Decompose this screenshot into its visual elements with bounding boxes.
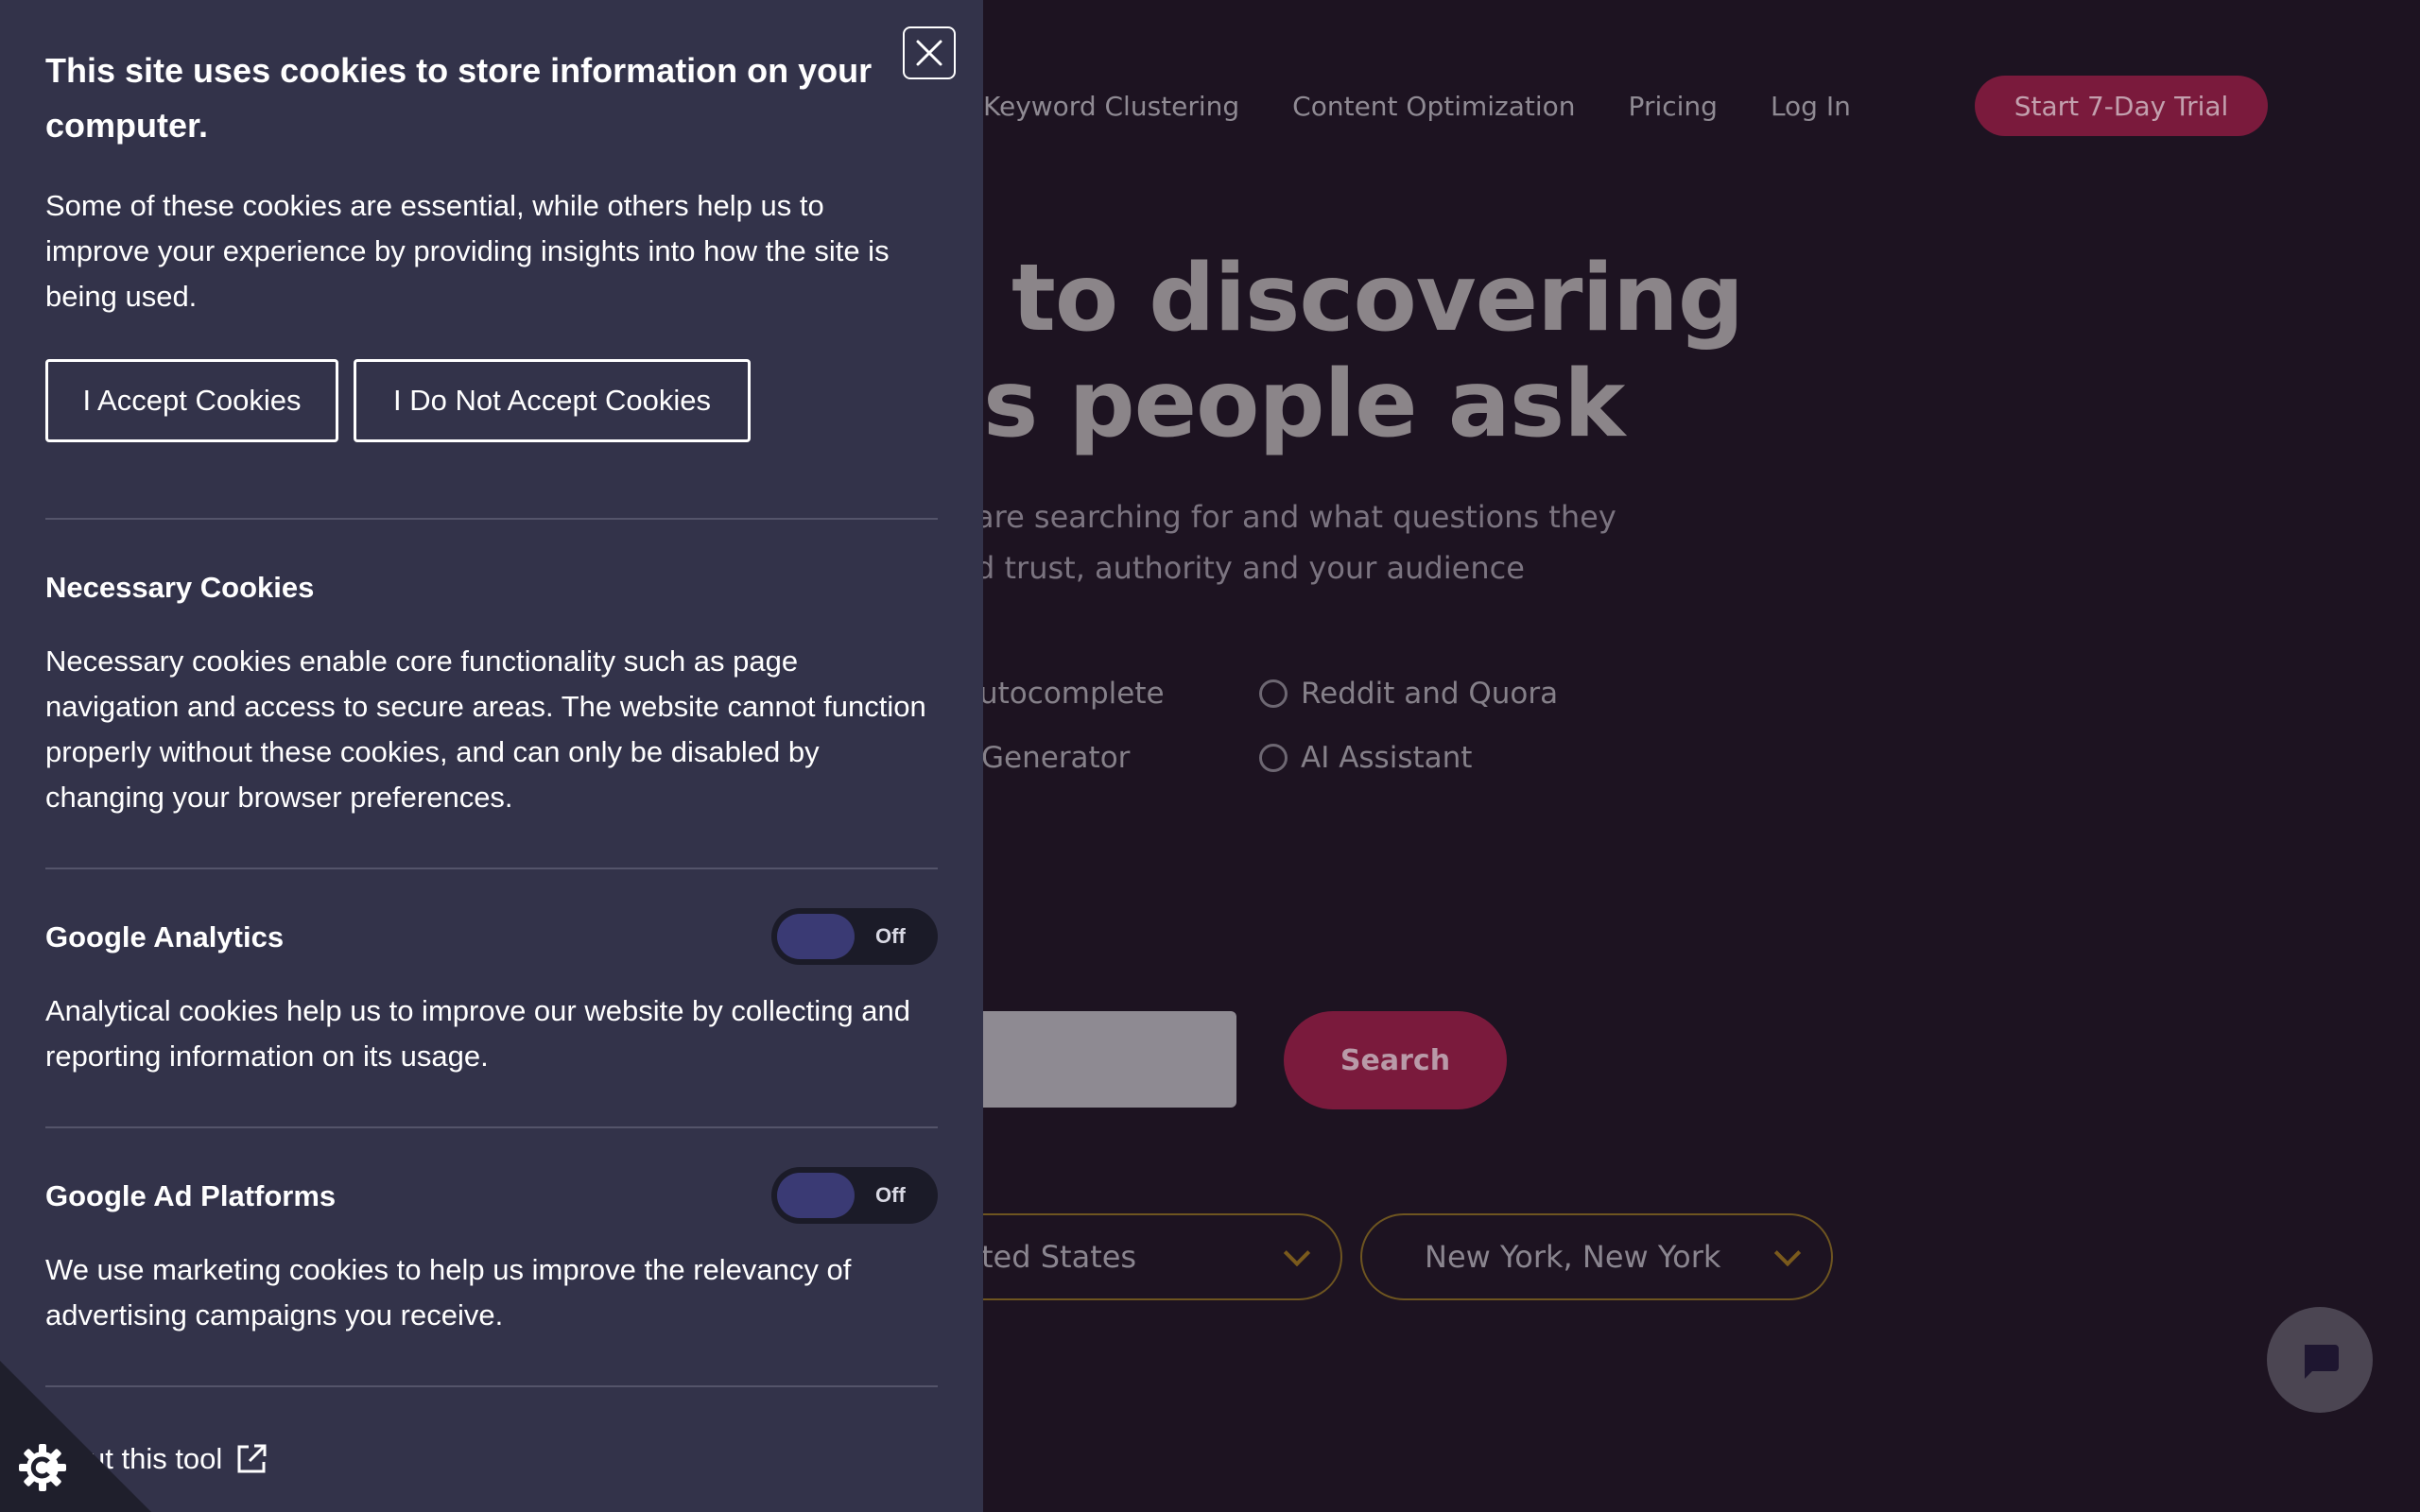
chevron-down-icon [1773, 1239, 1802, 1267]
close-icon [916, 40, 942, 66]
divider [45, 518, 938, 520]
radio-button[interactable] [1259, 679, 1288, 708]
divider [45, 868, 938, 869]
close-button[interactable] [903, 26, 956, 79]
ad-platforms-text: We use marketing cookies to help us impr… [45, 1253, 852, 1332]
analytics-title: Google Analytics [45, 920, 285, 954]
nav-content-optimization[interactable]: Content Optimization [1292, 91, 1575, 122]
toggle-knob [777, 1173, 855, 1218]
chevron-down-icon [1283, 1239, 1311, 1267]
option-ai-assistant[interactable]: AI Assistant [1259, 741, 1472, 775]
country-select-value: ted States [981, 1239, 1137, 1275]
hero-line-2: s people ask [983, 351, 1625, 458]
option-autocomplete-label: utocomplete [979, 677, 1165, 711]
necessary-cookies-text: Necessary cookies enable core functional… [45, 644, 926, 814]
city-select-value: New York, New York [1425, 1239, 1721, 1275]
option-reddit-label: Reddit and Quora [1301, 677, 1559, 711]
cookie-intro: Some of these cookies are essential, whi… [45, 189, 890, 313]
top-navigation: Keyword Clustering Content Optimization … [983, 76, 1904, 136]
option-generator-label: Generator [981, 741, 1131, 775]
cookie-title: This site uses cookies to store informat… [45, 51, 873, 145]
cookie-consent-panel: This site uses cookies to store informat… [0, 0, 983, 1512]
nav-keyword-clustering[interactable]: Keyword Clustering [983, 91, 1239, 122]
ad-platforms-toggle[interactable]: Off [771, 1167, 938, 1224]
necessary-cookies-title: Necessary Cookies [45, 571, 315, 604]
nav-pricing[interactable]: Pricing [1629, 91, 1718, 122]
toggle-knob [777, 914, 855, 959]
divider [45, 1126, 938, 1128]
ad-platforms-toggle-state: Off [875, 1183, 906, 1207]
option-reddit-quora[interactable]: Reddit and Quora [1259, 677, 1558, 711]
option-generator[interactable]: Generator [981, 741, 1130, 775]
radio-button[interactable] [1259, 744, 1288, 772]
analytics-toggle[interactable]: Off [771, 908, 938, 965]
search-input[interactable] [964, 1011, 1236, 1108]
chat-button[interactable] [2267, 1307, 2373, 1413]
external-link-icon [237, 1444, 267, 1473]
city-select[interactable]: New York, New York [1360, 1213, 1833, 1300]
decline-cookies-button[interactable]: I Do Not Accept Cookies [354, 359, 751, 442]
subtitle-line-1: are searching for and what questions the… [976, 499, 1616, 535]
hero-line-1: to discovering [1011, 245, 1744, 352]
search-button[interactable]: Search [1284, 1011, 1507, 1109]
hero-subtitle: are searching for and what questions the… [976, 491, 1616, 593]
divider [45, 1385, 938, 1387]
ad-platforms-title: Google Ad Platforms [45, 1179, 337, 1212]
analytics-text: Analytical cookies help us to improve ou… [45, 994, 910, 1073]
subtitle-line-2: d trust, authority and your audience [976, 550, 1525, 586]
cookie-settings-gear-icon[interactable] [17, 1442, 68, 1493]
accept-cookies-button[interactable]: I Accept Cookies [45, 359, 338, 442]
nav-log-in[interactable]: Log In [1771, 91, 1851, 122]
hero-heading: to discovering s people ask [983, 245, 1744, 458]
option-autocomplete[interactable]: utocomplete [979, 677, 1165, 711]
option-ai-label: AI Assistant [1301, 741, 1473, 775]
chat-bubble-icon [2305, 1345, 2339, 1379]
analytics-toggle-state: Off [875, 924, 906, 948]
start-trial-button[interactable]: Start 7-Day Trial [1975, 76, 2268, 136]
